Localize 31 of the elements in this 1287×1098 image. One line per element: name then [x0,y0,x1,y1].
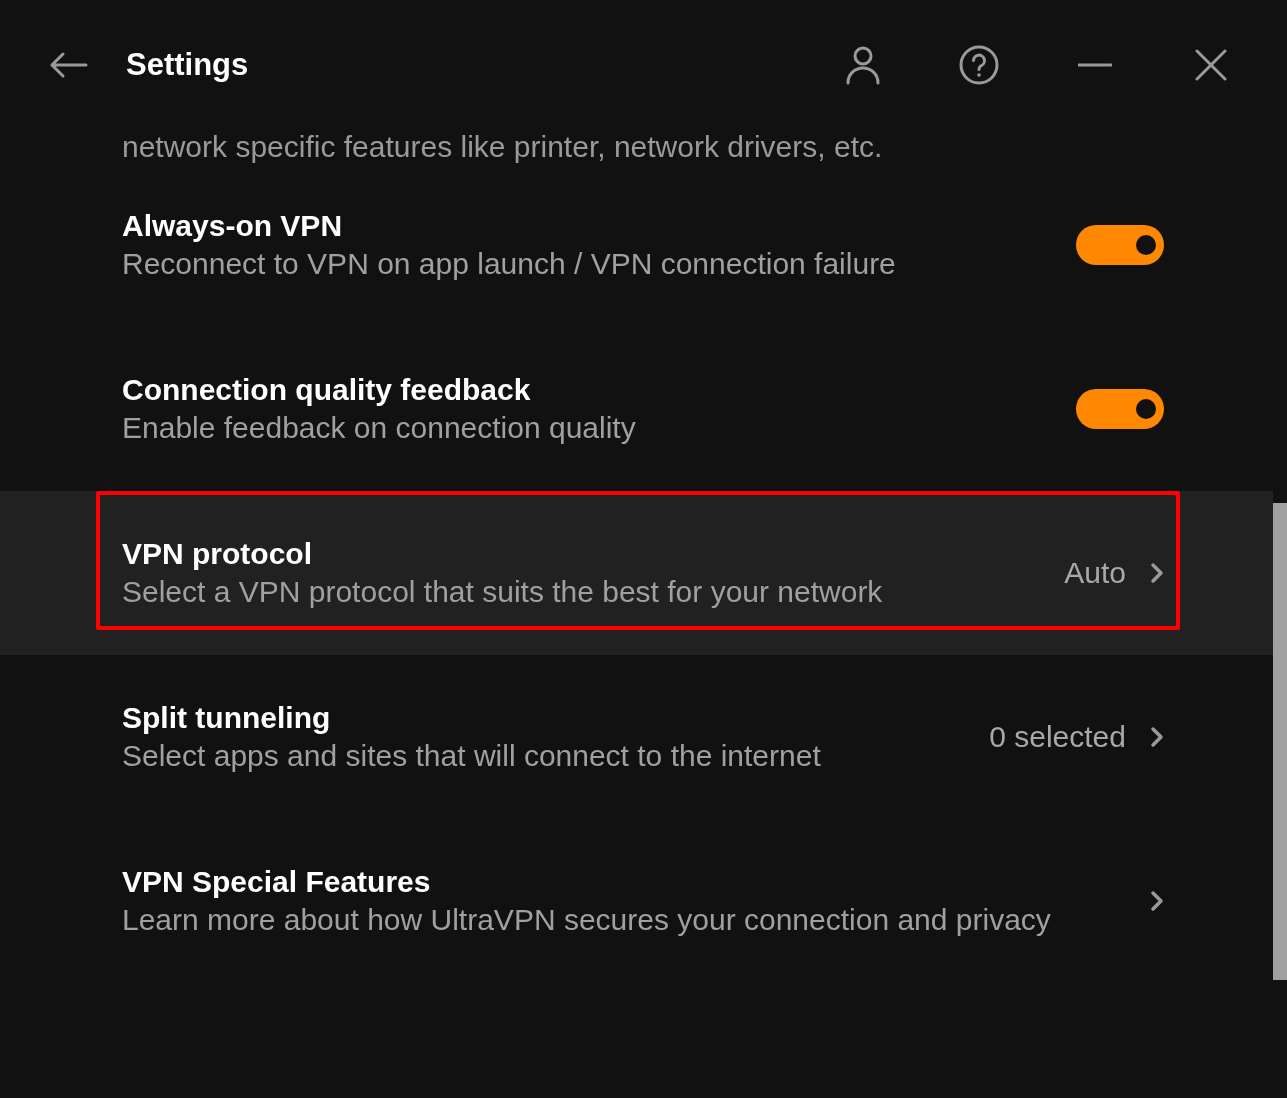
setting-row[interactable]: Split tunneling Select apps and sites that will connect to the internet 0 selected [0,655,1273,819]
setting-title: VPN Special Features [122,865,432,899]
setting-row[interactable]: Always-on VPN Reconnect to VPN on app launch / VPN connection failure [0,163,1273,327]
setting-title: Split tunneling [122,701,332,735]
setting-description: Enable feedback on connection quality [122,411,637,445]
setting-description: Select a VPN protocol that suits the best for your network [122,575,884,609]
close-icon [1195,49,1227,81]
help-button[interactable] [957,43,1001,87]
minimize-icon [1078,63,1112,67]
window-title: Settings [126,47,250,83]
chevron-right-icon[interactable] [1150,890,1164,912]
back-arrow-icon [48,51,88,79]
setting-description: network specific features like printer, network drivers, etc. [121,130,884,163]
help-icon [959,45,999,85]
setting-title: Always-on VPN [122,209,344,243]
setting-value: Auto [1064,556,1126,590]
chevron-right-icon[interactable] [1150,562,1164,584]
person-icon [845,45,881,85]
setting-title: VPN protocol [122,537,313,571]
scrollbar-thumb[interactable] [1273,503,1287,980]
toggle-switch[interactable] [1076,389,1164,429]
highlighted-setting-row[interactable]: VPN protocol Select a VPN protocol that suits the best for your network Auto [0,491,1273,655]
setting-row[interactable]: VPN Special Features Learn more about how UltraVPN secures your connection and privacy [0,819,1273,983]
setting-title: Connection quality feedback [122,373,532,407]
toggle-switch[interactable] [1076,225,1164,265]
setting-description: Learn more about how UltraVPN secures your connection and privacy [122,903,1052,937]
setting-value: 0 selected [989,720,1126,754]
chevron-right-icon[interactable] [1150,726,1164,748]
setting-description: Reconnect to VPN on app launch / VPN connection failure [122,247,897,281]
setting-description: Select apps and sites that will connect to the internet [122,739,822,773]
setting-row[interactable]: Connection quality feedback Enable feedback on connection quality [0,327,1273,491]
